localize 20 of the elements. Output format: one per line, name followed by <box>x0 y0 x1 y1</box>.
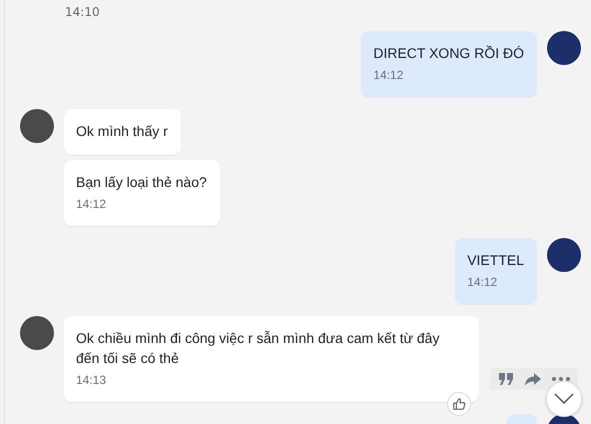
message-time: 14:12 <box>76 196 108 212</box>
scroll-to-bottom-button[interactable] <box>546 381 582 417</box>
avatar-photo <box>20 109 54 143</box>
message-text: VIETTEL <box>467 251 524 270</box>
message-time: 14:12 <box>373 67 404 83</box>
avatar-photo <box>547 31 581 65</box>
message-text: Bạn lấy loại thẻ nào? <box>76 173 207 192</box>
message-time: 14:12 <box>467 274 498 290</box>
chevron-down-icon <box>554 393 574 405</box>
like-button[interactable] <box>447 392 471 416</box>
message-time: 14:13 <box>76 372 108 388</box>
quote-button[interactable] <box>496 370 516 388</box>
thumbs-up-icon <box>452 397 466 411</box>
avatar-photo <box>547 238 581 272</box>
message-text: Ok mình thấy r <box>76 122 168 141</box>
message-time: 14:10 <box>64 5 101 19</box>
message-text: Ok chiều mình đi công việc r sẫn mình đưa cam kết từ đây đến tối sẽ có thẻ <box>76 329 440 368</box>
more-button[interactable] <box>550 375 572 383</box>
avatar-photo <box>20 316 54 350</box>
message-text: DIRECT XONG RỒI ĐÓ <box>373 44 524 63</box>
